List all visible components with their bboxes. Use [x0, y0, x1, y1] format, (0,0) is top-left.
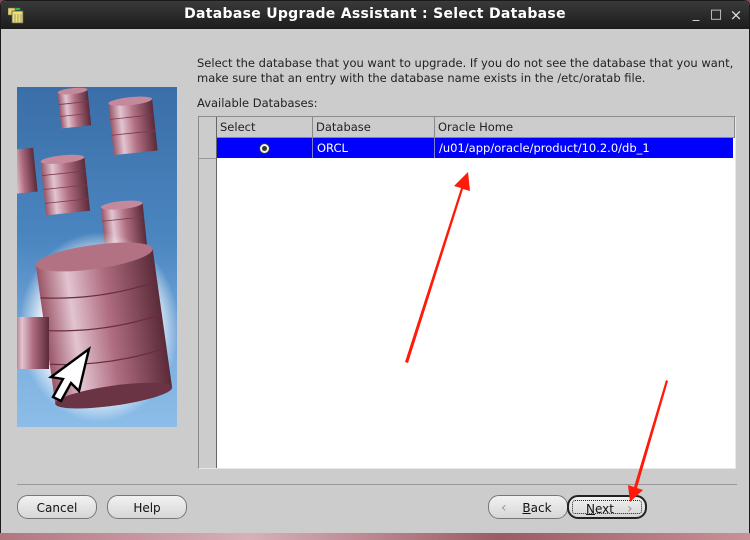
column-header-oracle-home[interactable]: Oracle Home [435, 117, 735, 137]
available-databases-table[interactable]: Select Database Oracle Home ORCL /u01/ap… [198, 116, 736, 469]
next-label: ext [595, 502, 614, 516]
maximize-button[interactable]: □ [708, 7, 724, 23]
back-mnemonic: B [522, 501, 531, 515]
column-header-database[interactable]: Database [313, 117, 435, 137]
help-button[interactable]: Help [107, 495, 187, 519]
row-header-cell[interactable] [199, 138, 216, 159]
window-title: Database Upgrade Assistant : Select Data… [184, 6, 566, 22]
chevron-left-icon: ‹ [501, 500, 507, 516]
instructions-text: Select the database that you want to upg… [197, 56, 734, 85]
row-header-column [199, 117, 217, 468]
next-mnemonic: N [586, 502, 595, 516]
button-separator [17, 484, 737, 485]
dbua-window: Database Upgrade Assistant : Select Data… [0, 0, 750, 534]
select-radio-button[interactable] [259, 143, 270, 154]
back-button[interactable]: ‹ Back [488, 495, 568, 519]
dialog-content: Select the database that you want to upg… [3, 29, 747, 533]
table-row[interactable]: ORCL /u01/app/oracle/product/10.2.0/db_1 [217, 138, 733, 158]
chevron-right-icon: › [627, 501, 633, 517]
oracle-home-cell[interactable]: /u01/app/oracle/product/10.2.0/db_1 [435, 138, 733, 158]
small-cylinder [17, 317, 49, 369]
large-cylinder [35, 242, 173, 409]
close-button[interactable]: × [728, 7, 744, 23]
column-header-select[interactable]: Select [217, 117, 313, 137]
small-cylinder [40, 154, 91, 216]
desktop-background [0, 533, 750, 540]
minimize-button[interactable]: _ [688, 7, 704, 23]
small-cylinder [108, 96, 158, 156]
title-bar[interactable]: Database Upgrade Assistant : Select Data… [1, 1, 749, 29]
small-cylinder [17, 147, 38, 195]
back-label: ack [530, 501, 552, 515]
database-illustration [17, 87, 177, 427]
database-cell[interactable]: ORCL [313, 138, 435, 158]
table-header: Select Database Oracle Home [217, 117, 735, 138]
available-databases-label: Available Databases: [197, 96, 318, 110]
cancel-button[interactable]: Cancel [17, 495, 97, 519]
select-cell[interactable] [217, 138, 313, 158]
small-cylinder [57, 87, 92, 129]
next-button[interactable]: Next › [567, 495, 647, 519]
